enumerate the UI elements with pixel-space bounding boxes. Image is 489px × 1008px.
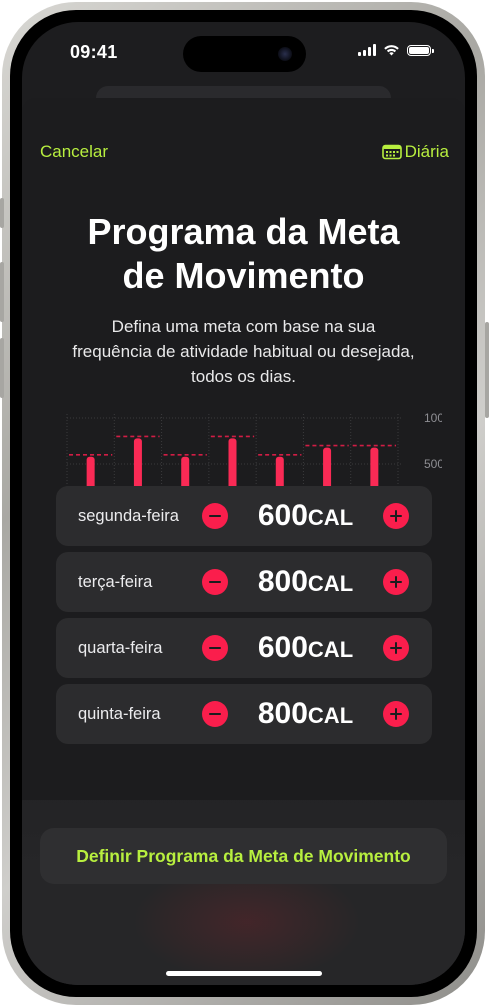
chart-y-tick-label: 1000 [424,411,442,425]
calendar-icon [381,144,402,160]
decrease-button[interactable] [202,569,228,595]
day-goal-value: 600CAL [228,630,383,671]
schedule-frequency-label: Diária [404,142,449,161]
calorie-value: 800 [257,565,308,598]
calorie-unit: CAL [307,571,354,596]
day-label: segunda-feira [78,507,179,525]
day-row-tuesday: terça-feira 800CAL [56,552,432,612]
decrease-button[interactable] [202,635,228,661]
calorie-value: 600 [257,499,308,532]
status-time: 09:41 [70,42,118,62]
day-label: terça-feira [78,573,153,591]
set-schedule-button[interactable]: Definir Programa da Meta de Movimento [40,828,447,884]
calorie-unit: CAL [307,703,354,728]
day-label: quarta-feira [78,639,163,657]
dynamic-island [183,36,306,72]
day-goal-value: 600CAL [228,498,383,539]
home-indicator[interactable] [166,971,322,976]
decrease-button[interactable] [202,503,228,529]
calorie-value: 600 [257,631,308,664]
decrease-button[interactable] [202,701,228,727]
calorie-unit: CAL [307,637,354,662]
volume-up-button [0,262,4,322]
calorie-unit: CAL [307,505,354,530]
set-schedule-button-label: Definir Programa da Meta de Movimento [76,846,411,866]
screen: 09:41 Cancelar Diária Programa da Meta d… [22,22,465,985]
page-title: Programa da Meta de Movimento [22,210,465,298]
day-goal-value: 800CAL [228,564,383,605]
power-button [485,322,489,418]
front-camera [278,47,292,61]
increase-button[interactable] [383,503,409,529]
calorie-value: 800 [257,697,308,730]
increase-button[interactable] [383,569,409,595]
status-bar: 09:41 [22,22,465,82]
cancel-button[interactable]: Cancelar [40,142,108,162]
chart-y-tick-label: 500 [424,457,442,471]
volume-down-button [0,338,4,398]
wifi-icon [384,45,399,56]
day-goal-value: 800CAL [228,696,383,737]
day-label: quinta-feira [78,705,161,723]
page-subtitle: Defina uma meta com base na sua frequênc… [72,317,415,386]
battery-icon [407,44,434,56]
status-icons [358,44,434,56]
page-title-line-2: de Movimento [122,255,365,296]
increase-button[interactable] [383,701,409,727]
schedule-frequency-button[interactable]: Diária [381,142,449,162]
day-row-wednesday: quarta-feira 600CAL [56,618,432,678]
increase-button[interactable] [383,635,409,661]
day-row-monday: segunda-feira 600CAL [56,486,432,546]
page-title-line-1: Programa da Meta [87,211,400,252]
action-button [0,198,4,228]
day-row-thursday: quinta-feira 800CAL [56,684,432,744]
cellular-signal-icon [358,44,376,56]
